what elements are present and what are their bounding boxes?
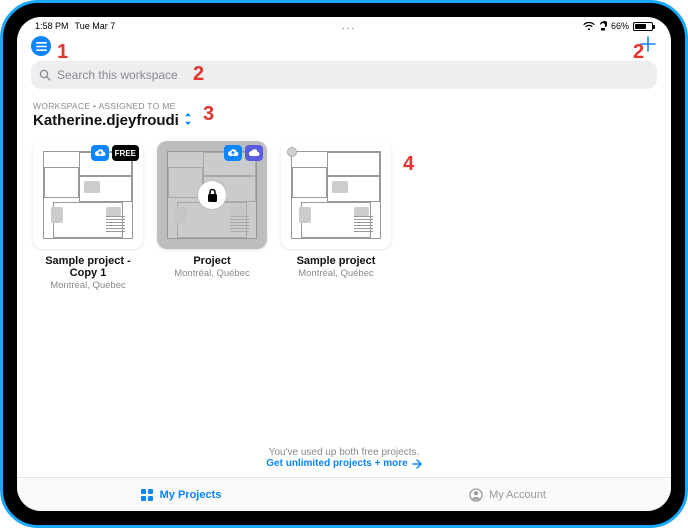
workspace-list-button[interactable] [31,36,51,56]
free-badge: FREE [112,145,139,161]
header-row [17,35,671,57]
project-thumbnail[interactable] [157,141,267,249]
grid-icon [140,488,154,502]
tab-my-projects[interactable]: My Projects [17,478,344,511]
add-project-button[interactable] [639,35,657,57]
workspace-header: WORKSPACE • ASSIGNED TO ME Katherine.dje… [17,89,671,135]
status-left: 1:58 PM Tue Mar 7 [35,21,115,31]
badge-row: FREE [91,145,139,161]
cloud-icon [245,145,263,161]
floorplan-preview [291,151,381,239]
tab-my-account[interactable]: My Account [344,478,671,511]
chevron-updown-icon [183,112,193,129]
lock-icon [198,181,226,209]
tab-my-projects-label: My Projects [160,489,222,501]
screen: 1:58 PM Tue Mar 7 ... 66% [17,17,671,511]
search-wrap: Search this workspace [17,57,671,89]
floorplan-preview [43,151,133,239]
status-bar: 1:58 PM Tue Mar 7 ... 66% [17,17,671,35]
battery-pct: 66% [611,21,629,31]
project-thumbnail[interactable] [281,141,391,249]
project-card[interactable]: ProjectMontréal, Québec [157,141,267,291]
badge-row [224,145,263,161]
battery-icon [633,22,653,31]
upsell-link[interactable]: Get unlimited projects + more [266,458,421,469]
list-icon [36,42,47,51]
workspace-selector[interactable]: Katherine.djeyfroudi [33,112,655,129]
status-center-dots: ... [115,21,583,32]
workspace-title-text: Katherine.djeyfroudi [33,112,179,129]
search-input[interactable]: Search this workspace [31,61,657,89]
cloud-sync-icon [91,145,109,161]
project-title: Sample project - Copy 1 [33,255,143,279]
tab-my-account-label: My Account [489,489,546,501]
tab-bar: My Projects My Account [17,477,671,511]
project-subtitle: Montréal, Québec [50,280,126,291]
status-dot-icon [287,147,297,157]
project-title: Project [193,255,230,267]
status-right: 66% [583,21,653,31]
status-time: 1:58 PM [35,21,69,31]
person-circle-icon [469,488,483,502]
upsell-line1: You've used up both free projects. [17,447,671,458]
project-subtitle: Montréal, Québec [298,268,374,279]
cloud-sync-icon [224,145,242,161]
project-subtitle: Montréal, Québec [174,268,250,279]
orientation-lock-icon [599,21,607,31]
project-title: Sample project [297,255,376,267]
search-icon [39,69,51,81]
device-frame: 1:58 PM Tue Mar 7 ... 66% [0,0,688,528]
plus-icon [639,35,657,53]
wifi-icon [583,22,595,31]
workspace-label: WORKSPACE • ASSIGNED TO ME [33,101,655,111]
project-thumbnail[interactable]: FREE [33,141,143,249]
project-card[interactable]: FREE Sample project - Copy 1Montréal, Qué… [33,141,143,291]
status-date: Tue Mar 7 [75,21,116,31]
search-placeholder: Search this workspace [57,68,178,82]
projects-grid: FREESample project - Copy 1Montréal, Qué… [17,135,671,291]
upsell-link-text: Get unlimited projects + more [266,458,407,469]
project-card[interactable]: Sample projectMontréal, Québec [281,141,391,291]
arrow-right-icon [412,459,422,469]
upsell-banner: You've used up both free projects. Get u… [17,441,671,477]
